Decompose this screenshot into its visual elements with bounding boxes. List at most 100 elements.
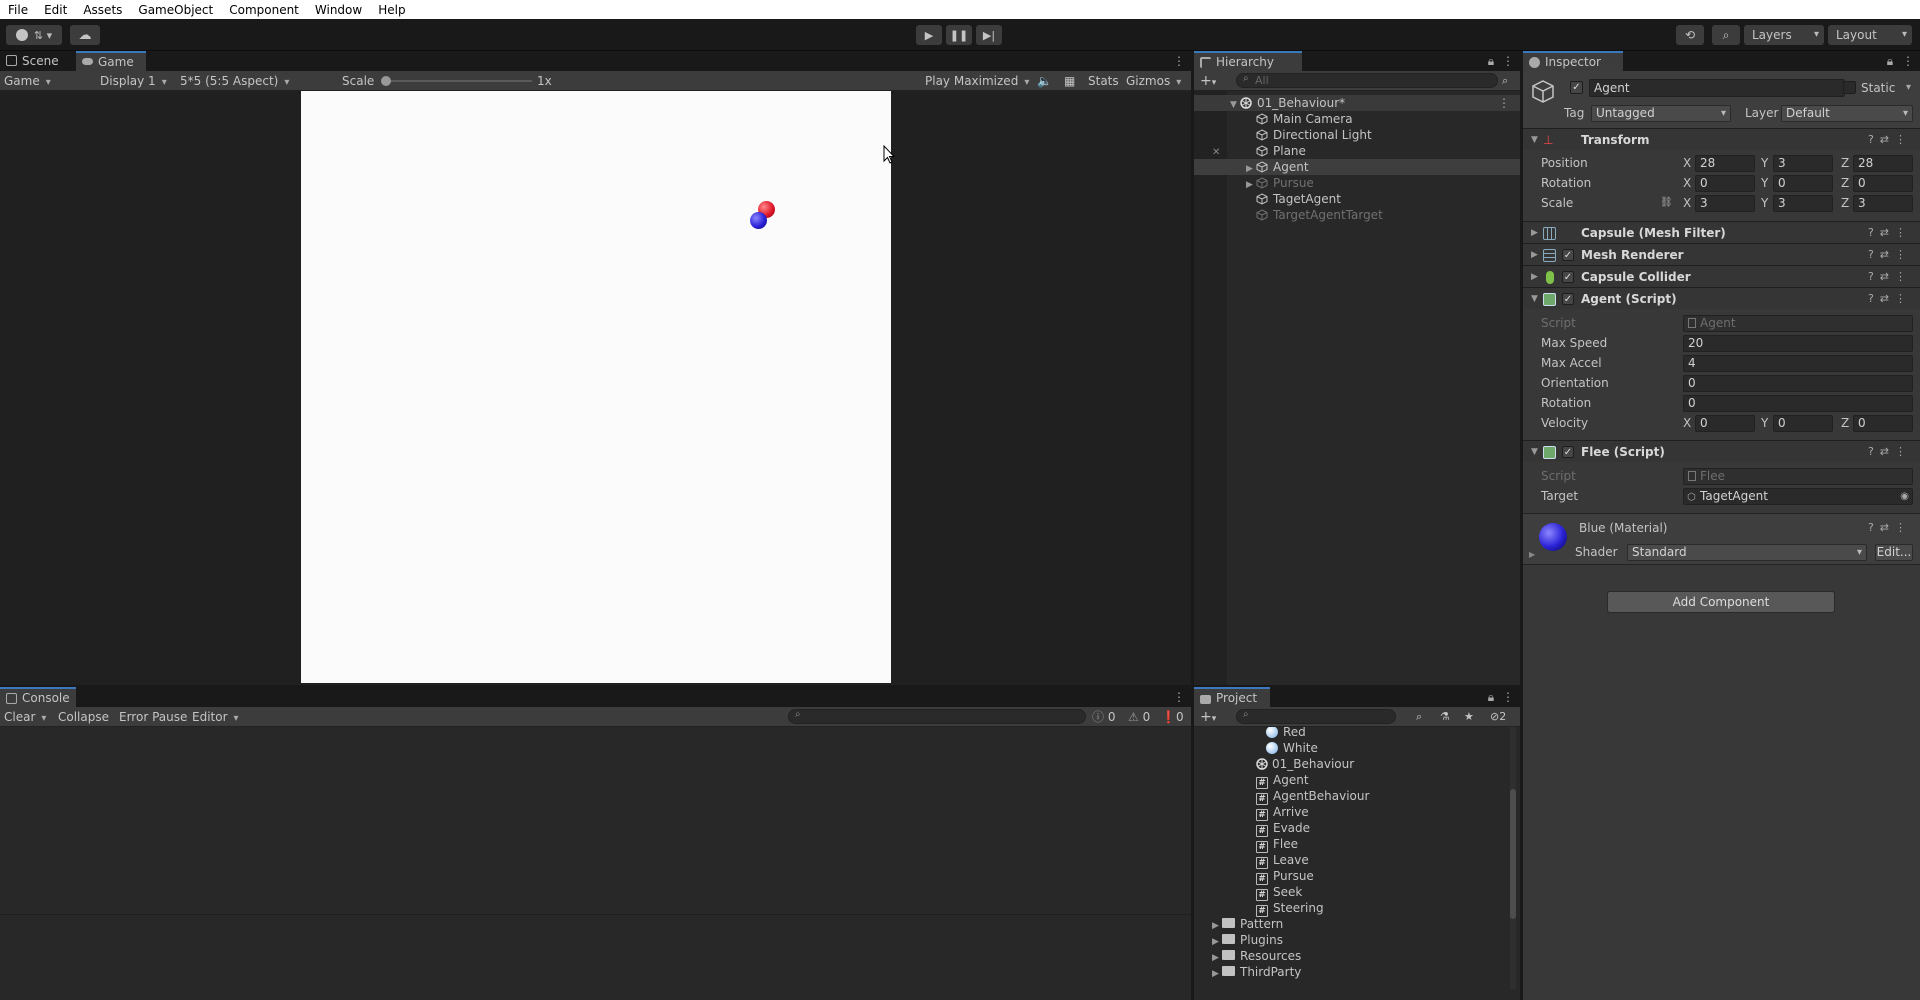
scale-slider-track[interactable] [386, 80, 532, 82]
menu-component[interactable]: Component [221, 3, 307, 17]
tab-project[interactable]: Project [1194, 687, 1270, 707]
static-checkbox[interactable] [1843, 81, 1856, 94]
mesh-filter-header[interactable]: ▶ Capsule (Mesh Filter) ?⇄⋮ [1523, 221, 1920, 243]
project-asset-item[interactable]: ▶ Pattern [1212, 916, 1283, 932]
project-scrollbar[interactable] [1510, 727, 1516, 989]
project-asset-item[interactable]: White [1266, 740, 1318, 756]
search-button[interactable]: ⌕ [1712, 25, 1740, 45]
search-by-type-icon[interactable]: ⌕ [1502, 71, 1508, 91]
component-help-icon[interactable]: ?⇄⋮ [1868, 129, 1912, 151]
velocity-z-field[interactable]: 0 [1853, 415, 1913, 432]
layers-dropdown[interactable]: Layers [1744, 25, 1824, 45]
search-by-type-icon[interactable]: ⌕ [1416, 707, 1422, 727]
max-speed-field[interactable]: 20 [1683, 335, 1913, 352]
menu-assets[interactable]: Assets [75, 3, 130, 17]
capsule-collider-enabled-checkbox[interactable]: ✓ [1562, 271, 1574, 283]
object-name-field[interactable]: Agent [1589, 79, 1845, 97]
project-asset-item[interactable]: ▶ Plugins [1212, 932, 1283, 948]
account-button[interactable]: ⇅ ▾ [6, 25, 62, 45]
flee-script-fold-icon[interactable]: ▼ [1531, 441, 1538, 463]
tab-inspector[interactable]: Inspector [1523, 51, 1623, 71]
transform-header[interactable]: ▼ ⊥ Transform ?⇄⋮ [1523, 128, 1920, 150]
rotation-y-field[interactable]: 0 [1773, 175, 1833, 192]
hierarchy-item[interactable]: ▶ Agent [1194, 159, 1520, 175]
console-menu-icon[interactable]: ⋮ [1173, 689, 1185, 705]
hierarchy-lock-icon[interactable]: 🔒︎ [1486, 53, 1496, 69]
material-fold-icon[interactable]: ▶ [1529, 550, 1535, 559]
transform-fold-icon[interactable]: ▼ [1531, 129, 1538, 151]
project-asset-item[interactable]: # Agent [1256, 772, 1309, 789]
search-by-label-icon[interactable]: ⚗ [1440, 707, 1450, 727]
hidden-packages-toggle[interactable]: ⊘2 [1490, 707, 1506, 727]
error-count-toggle[interactable]: ❗0 [1161, 707, 1184, 727]
vsync-icon[interactable]: ▦ [1064, 71, 1075, 91]
shader-dropdown[interactable]: Standard ▾ [1627, 544, 1867, 561]
add-component-button[interactable]: Add Component [1607, 591, 1835, 613]
shader-edit-button[interactable]: Edit... [1875, 544, 1913, 561]
hierarchy-menu-icon[interactable]: ⋮ [1502, 53, 1514, 69]
rotation-x-field[interactable]: 0 [1695, 175, 1755, 192]
inspector-lock-icon[interactable]: 🔒︎ [1885, 53, 1895, 69]
scale-z-field[interactable]: 3 [1853, 195, 1913, 212]
tab-scene[interactable]: Scene [0, 51, 74, 71]
error-pause-button[interactable]: Error Pause [119, 707, 187, 727]
log-count-toggle[interactable]: ⓘ 0 [1092, 707, 1115, 727]
project-asset-item[interactable]: # AgentBehaviour [1256, 788, 1369, 805]
play-mode-dropdown[interactable]: Play Maximized [925, 71, 1029, 91]
velocity-y-field[interactable]: 0 [1773, 415, 1833, 432]
menu-window[interactable]: Window [307, 3, 370, 17]
project-asset-item[interactable]: # Leave [1256, 852, 1309, 869]
project-asset-item[interactable]: # Seek [1256, 884, 1302, 901]
project-asset-item[interactable]: 01_Behaviour [1256, 756, 1354, 772]
project-scrollbar-thumb[interactable] [1510, 789, 1516, 919]
collapse-button[interactable]: Collapse [58, 707, 109, 727]
rotation-z-field[interactable]: 0 [1853, 175, 1913, 192]
constrain-proportions-icon[interactable]: ⛓ [1660, 193, 1673, 213]
clear-button[interactable]: Clear [4, 707, 46, 727]
game-panel-menu-icon[interactable]: ⋮ [1173, 53, 1185, 69]
project-asset-item[interactable]: ▶ Resources [1212, 948, 1301, 964]
mesh-renderer-enabled-checkbox[interactable]: ✓ [1562, 249, 1574, 261]
hierarchy-item[interactable]: Directional Light [1194, 127, 1520, 143]
console-search-input[interactable]: ⌕ [788, 709, 1086, 724]
tab-console[interactable]: Console [0, 687, 76, 707]
hierarchy-item[interactable]: TargetAgentTarget [1194, 207, 1520, 223]
layout-dropdown[interactable]: Layout [1828, 25, 1912, 45]
velocity-x-field[interactable]: 0 [1695, 415, 1755, 432]
component-help-icon[interactable]: ?⇄⋮ [1868, 222, 1912, 244]
project-lock-icon[interactable]: 🔒︎ [1486, 689, 1496, 705]
hierarchy-item[interactable]: TagetAgent [1194, 191, 1520, 207]
tag-dropdown[interactable]: Untagged ▾ [1591, 105, 1731, 122]
hierarchy-add-button[interactable]: +▾ [1200, 71, 1216, 91]
agent-script-header[interactable]: ▼ ✓ Agent (Script) ?⇄⋮ [1523, 287, 1920, 309]
display-dropdown[interactable]: Display 1 [100, 71, 167, 91]
project-asset-item[interactable]: Red [1266, 727, 1306, 740]
project-asset-item[interactable]: ▶ ThirdParty [1212, 964, 1301, 980]
component-help-icon[interactable]: ?⇄⋮ [1868, 288, 1912, 310]
agent-script-fold-icon[interactable]: ▼ [1531, 288, 1538, 310]
position-x-field[interactable]: 28 [1695, 155, 1755, 172]
pause-button[interactable]: ❚❚ [946, 25, 972, 45]
layer-dropdown[interactable]: Default ▾ [1781, 105, 1913, 122]
project-asset-item[interactable]: # Steering [1256, 900, 1324, 917]
warning-count-toggle[interactable]: ⚠ 0 [1128, 707, 1150, 727]
scene-menu-icon[interactable]: ⋮ [1498, 95, 1510, 111]
expand-arrow-icon[interactable]: ▶ [1212, 966, 1222, 982]
project-asset-item[interactable]: # Pursue [1256, 868, 1314, 885]
capsule-collider-header[interactable]: ▶ ✓ Capsule Collider ?⇄⋮ [1523, 265, 1920, 287]
inspector-menu-icon[interactable]: ⋮ [1902, 53, 1914, 69]
tab-game[interactable]: Game [76, 51, 146, 71]
project-search-input[interactable]: ⌕ [1236, 709, 1396, 724]
hierarchy-item[interactable]: Main Camera [1194, 111, 1520, 127]
agent-script-enabled-checkbox[interactable]: ✓ [1562, 293, 1574, 305]
position-z-field[interactable]: 28 [1853, 155, 1913, 172]
project-asset-item[interactable]: # Evade [1256, 820, 1310, 837]
hierarchy-item[interactable]: ▶ Pursue [1194, 175, 1520, 191]
scale-x-field[interactable]: 3 [1695, 195, 1755, 212]
mesh-renderer-fold-icon[interactable]: ▶ [1531, 244, 1538, 266]
component-help-icon[interactable]: ?⇄⋮ [1868, 244, 1912, 266]
scale-y-field[interactable]: 3 [1773, 195, 1833, 212]
project-asset-item[interactable]: # Flee [1256, 836, 1298, 853]
orientation-field[interactable]: 0 [1683, 375, 1913, 392]
capsule-collider-fold-icon[interactable]: ▶ [1531, 266, 1538, 288]
